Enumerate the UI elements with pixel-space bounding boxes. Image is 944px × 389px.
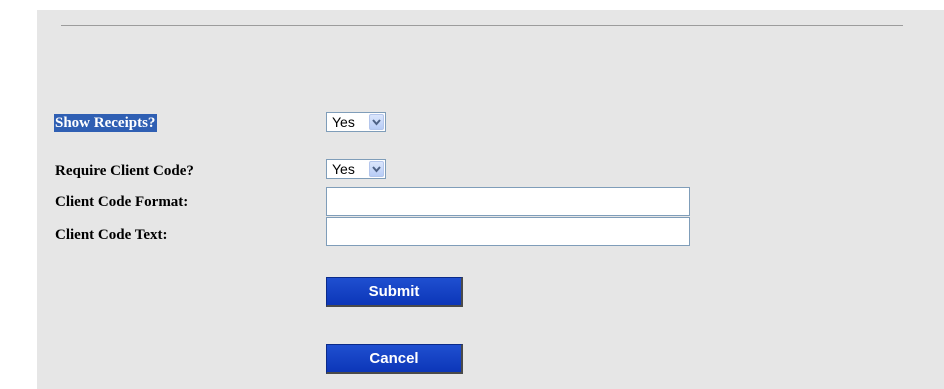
show-receipts-label: Show Receipts?	[54, 114, 158, 132]
client-code-text-label: Client Code Text:	[55, 227, 168, 243]
client-code-text-input[interactable]	[326, 217, 690, 246]
chevron-down-icon[interactable]	[369, 161, 384, 177]
client-code-format-input[interactable]	[326, 187, 690, 216]
cancel-button[interactable]: Cancel	[326, 344, 463, 374]
submit-button[interactable]: Submit	[326, 277, 463, 307]
show-receipts-value: Yes	[332, 114, 355, 130]
show-receipts-select[interactable]: Yes	[326, 112, 386, 132]
client-code-format-label: Client Code Format:	[55, 194, 189, 210]
require-client-code-select[interactable]: Yes	[326, 159, 386, 179]
require-client-code-label: Require Client Code?	[55, 163, 194, 179]
require-client-code-value: Yes	[332, 161, 355, 177]
chevron-down-icon[interactable]	[369, 114, 384, 130]
divider	[61, 25, 903, 26]
